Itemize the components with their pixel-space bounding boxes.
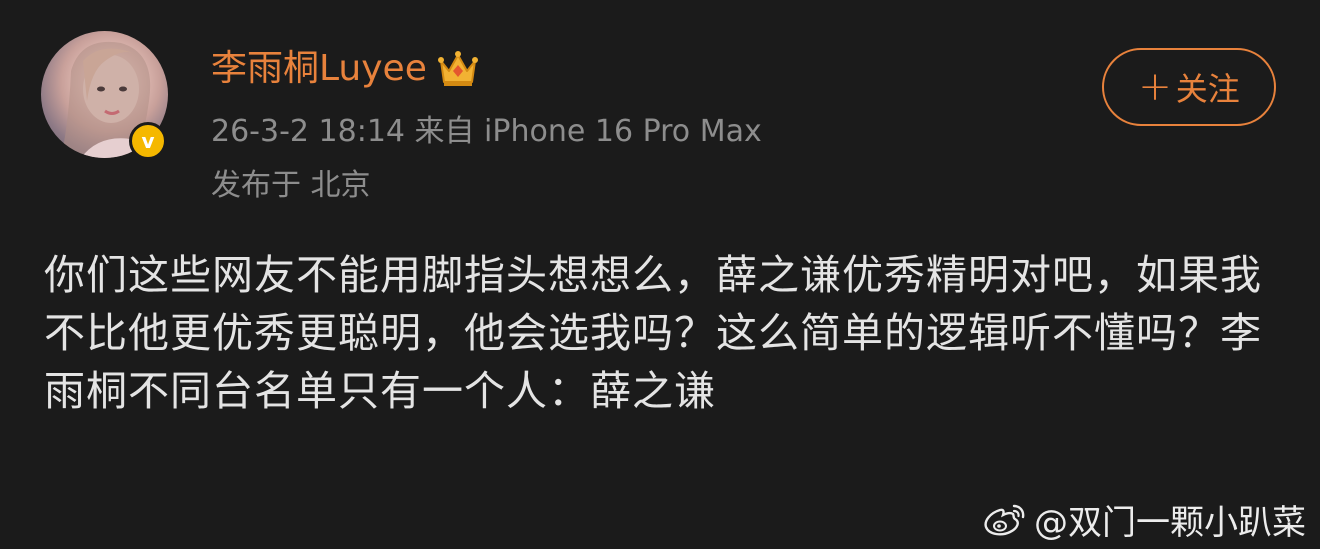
plus-icon: +	[1138, 64, 1172, 110]
username[interactable]: 李雨桐Luyee	[211, 44, 427, 94]
weibo-logo-icon	[982, 500, 1028, 538]
post-content: 你们这些网友不能用脚指头想想么，薛之谦优秀精明对吧，如果我不比他更优秀更聪明，他…	[44, 251, 1262, 415]
verified-badge-icon: v	[129, 122, 167, 160]
watermark-text: @双门一颗小趴菜	[1034, 502, 1306, 543]
weibo-post: v 李雨桐Luyee 26-3-2 18:14 来自 iPhone 16 Pro…	[0, 0, 1320, 549]
follow-label: 关注	[1175, 70, 1240, 108]
post-location: 发布于 北京	[211, 168, 371, 203]
watermark: @双门一颗小趴菜	[982, 494, 1306, 544]
username-row: 李雨桐Luyee	[211, 44, 479, 94]
post-meta: 26-3-2 18:14 来自 iPhone 16 Pro Max	[211, 114, 762, 149]
follow-button[interactable]: + 关注	[1102, 48, 1276, 126]
crown-icon	[437, 49, 479, 89]
